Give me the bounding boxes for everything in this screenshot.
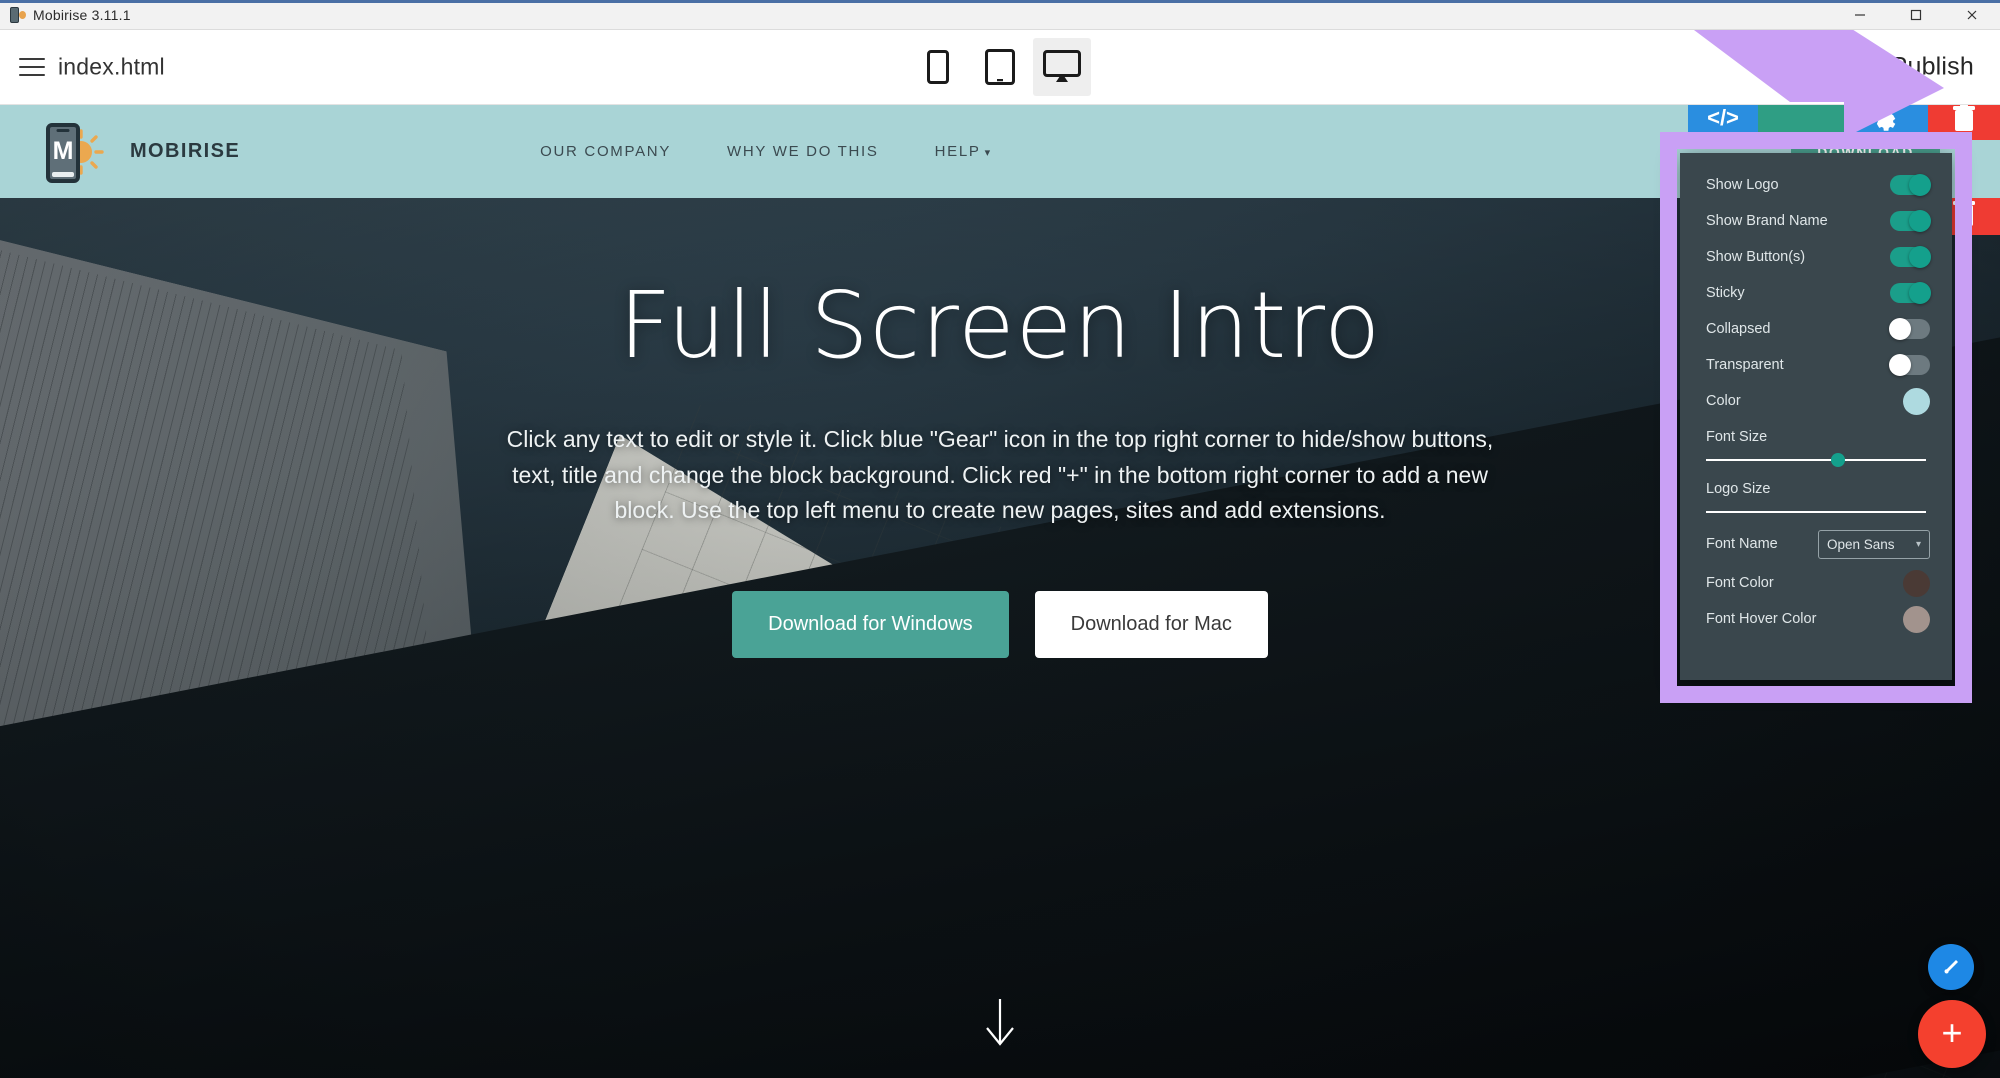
mobirise-app-icon [8,6,26,24]
chevron-down-icon: ▾ [1915,538,1921,550]
nav-item-why-we-do-this[interactable]: WHY WE DO THIS [727,143,879,160]
hamburger-menu-icon[interactable] [16,54,48,80]
setting-show-buttons[interactable]: Show Button(s) [1680,239,1952,275]
download-for-windows-button[interactable]: Download for Windows [732,590,1009,658]
download-for-mac-button[interactable]: Download for Mac [1034,590,1268,658]
setting-label: Font Hover Color [1706,611,1817,627]
block-toolbar: </> [1688,105,2000,140]
logo-device-shape: M [46,122,80,183]
down-arrow-icon[interactable] [982,997,1018,1054]
chevron-down-icon: ▾ [984,147,992,159]
setting-label-logo-size: Logo Size [1706,481,1771,497]
site-brand[interactable]: M MOBIRISE [32,115,240,189]
nav-label: WHY WE DO THIS [727,143,879,160]
code-editor-icon[interactable]: </> [1688,105,1758,140]
toggle-show-logo[interactable] [1890,174,1931,196]
logo-size-slider[interactable] [1680,501,1952,523]
setting-label: Font Name [1706,536,1778,552]
setting-label: Show Logo [1706,177,1779,193]
setting-collapsed[interactable]: Collapsed [1680,311,1952,347]
toggle-show-brand-name[interactable] [1890,210,1931,232]
toggle-transparent[interactable] [1889,354,1930,376]
nav-label: HELP [934,143,981,160]
nav-label: OUR COMPANY [540,143,672,160]
tablet-icon[interactable] [971,38,1029,96]
minimize-icon[interactable] [1832,0,1888,30]
window-title-bar: Mobirise 3.11.1 [0,0,2000,30]
hero-buttons: Download for Windows Download for Mac [732,590,1268,658]
slider-track [1706,511,1926,513]
toggle-sticky[interactable] [1890,282,1931,304]
site-brand-name[interactable]: MOBIRISE [130,140,240,163]
setting-font-hover-color[interactable]: Font Hover Color [1680,601,1952,637]
hero-title[interactable]: Full Screen Intro [619,280,1382,372]
app-toolbar: index.html Publish [0,30,2000,105]
font-size-slider[interactable] [1680,449,1952,471]
trash-icon[interactable] [1928,105,2000,140]
title-bar-accent [0,0,2000,3]
gear-icon[interactable] [1850,105,1928,140]
block-toolbar-green-section[interactable] [1758,105,1850,140]
maximize-icon[interactable] [1888,0,1944,30]
setting-font-color[interactable]: Font Color [1680,565,1952,601]
plus-icon: + [1941,1011,1963,1053]
cloud-upload-icon [1846,53,1880,82]
close-icon[interactable] [1944,0,2000,30]
setting-color[interactable]: Color [1680,383,1952,419]
setting-font-name[interactable]: Font Name Open Sans ▾ [1680,523,1952,565]
setting-sticky[interactable]: Sticky [1680,275,1952,311]
document-name[interactable]: index.html [58,54,165,81]
nav-item-help[interactable]: HELP ▾ [935,143,992,160]
add-block-button[interactable]: + [1918,1000,1986,1068]
setting-label: Collapsed [1706,321,1771,337]
brush-icon[interactable] [1928,944,1974,990]
toggle-collapsed[interactable] [1889,318,1930,340]
setting-label: Transparent [1706,357,1784,373]
slider-handle[interactable] [1830,453,1845,467]
toggle-show-buttons[interactable] [1890,246,1931,268]
device-preview-switcher [909,38,1091,96]
setting-label: Color [1706,393,1741,409]
setting-show-brand-name[interactable]: Show Brand Name [1680,203,1952,239]
desktop-icon[interactable] [1033,38,1091,96]
mobirise-logo-icon: M [32,115,106,189]
setting-label: Font Color [1706,575,1774,591]
logo-letter: M [52,137,74,165]
setting-label-font-size: Font Size [1706,429,1768,445]
window-controls [1832,0,2000,30]
font-color-swatch[interactable] [1903,569,1930,597]
nav-item-our-company[interactable]: OUR COMPANY [540,143,671,160]
slider-track [1706,459,1926,461]
setting-show-logo[interactable]: Show Logo [1680,167,1952,203]
hero-subtitle[interactable]: Click any text to edit or style it. Clic… [500,422,1500,529]
setting-transparent[interactable]: Transparent [1680,347,1952,383]
setting-label: Show Brand Name [1706,213,1828,229]
mobile-icon[interactable] [909,38,967,96]
publish-button[interactable]: Publish [1846,53,1974,82]
site-nav-menu: OUR COMPANY WHY WE DO THIS HELP ▾ [540,143,992,160]
font-name-select[interactable]: Open Sans ▾ [1818,529,1930,559]
font-name-value: Open Sans [1827,536,1895,552]
publish-label: Publish [1890,52,1974,81]
color-swatch[interactable] [1903,387,1930,415]
setting-label: Sticky [1706,285,1745,301]
setting-label: Show Button(s) [1706,249,1806,265]
navbar-settings-panel: Show Logo Show Brand Name Show Button(s)… [1680,153,1952,680]
font-hover-color-swatch[interactable] [1903,605,1930,633]
window-title: Mobirise 3.11.1 [33,6,131,23]
